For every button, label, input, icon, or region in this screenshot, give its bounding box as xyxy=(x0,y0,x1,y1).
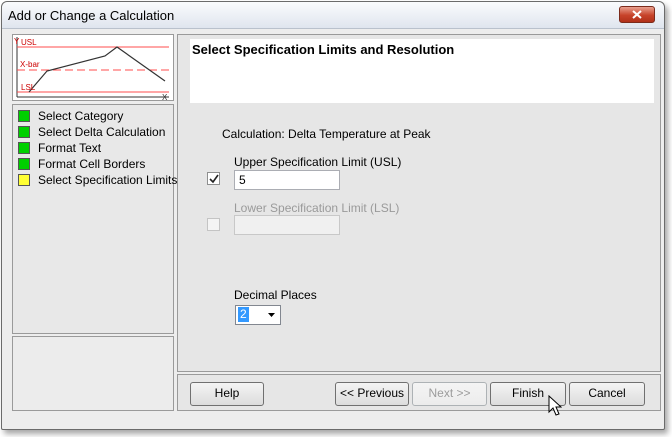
help-button[interactable]: Help xyxy=(190,382,264,406)
usl-checkbox[interactable] xyxy=(207,172,220,185)
preview-y-label: Y xyxy=(14,37,20,46)
close-icon xyxy=(632,10,642,19)
step-label: Format Cell Borders xyxy=(38,157,146,171)
content-panel: Select Specification Limits and Resoluti… xyxy=(177,34,661,372)
preview-usl-label: USL xyxy=(21,38,37,47)
step-label: Select Category xyxy=(38,109,124,123)
step-description-panel xyxy=(12,336,174,411)
decimal-places-select[interactable]: 2 xyxy=(235,305,281,325)
preview-xbar-label: X-bar xyxy=(20,60,40,69)
step-label: Format Text xyxy=(38,141,102,155)
lsl-input[interactable] xyxy=(234,215,340,235)
cancel-button[interactable]: Cancel xyxy=(569,382,645,406)
mouse-cursor-icon xyxy=(548,395,562,416)
previous-button[interactable]: << Previous xyxy=(335,382,409,406)
lsl-label: Lower Specification Limit (LSL) xyxy=(234,201,400,215)
button-bar: Help << Previous Next >> Finish Cancel xyxy=(177,374,661,411)
usl-label: Upper Specification Limit (USL) xyxy=(234,155,402,169)
step-status-icon xyxy=(18,142,30,154)
title-bar[interactable]: Add or Change a Calculation xyxy=(2,2,664,29)
chevron-down-icon[interactable] xyxy=(264,307,279,323)
step-label: Select Specification Limits xyxy=(38,173,178,187)
step-status-icon xyxy=(18,174,30,186)
step-status-icon xyxy=(18,158,30,170)
usl-value: 5 xyxy=(239,173,246,187)
page-header: Select Specification Limits and Resoluti… xyxy=(190,39,654,103)
checkmark-icon xyxy=(209,174,219,184)
preview-lsl-label: LSL xyxy=(21,83,36,92)
decimal-places-value: 2 xyxy=(238,307,249,322)
preview-chart: Y USL X-bar LSL X xyxy=(14,37,169,102)
lsl-checkbox[interactable] xyxy=(207,218,220,231)
decimal-places-label: Decimal Places xyxy=(234,288,317,302)
close-button[interactable] xyxy=(619,6,655,23)
step-status-icon xyxy=(18,126,30,138)
page-title: Select Specification Limits and Resoluti… xyxy=(192,42,455,57)
window-title: Add or Change a Calculation xyxy=(8,8,175,23)
dialog-window: Add or Change a Calculation Y USL X-bar … xyxy=(1,1,665,430)
preview-x-label: X xyxy=(162,93,168,100)
usl-input[interactable]: 5 xyxy=(234,170,340,190)
step-label: Select Delta Calculation xyxy=(38,125,166,139)
step-status-icon xyxy=(18,110,30,122)
calculation-label: Calculation: Delta Temperature at Peak xyxy=(222,127,431,141)
wizard-steps-list: Select Category Select Delta Calculation… xyxy=(12,104,178,334)
next-button[interactable]: Next >> xyxy=(412,382,487,406)
spec-limits-preview: Y USL X-bar LSL X xyxy=(12,34,174,102)
